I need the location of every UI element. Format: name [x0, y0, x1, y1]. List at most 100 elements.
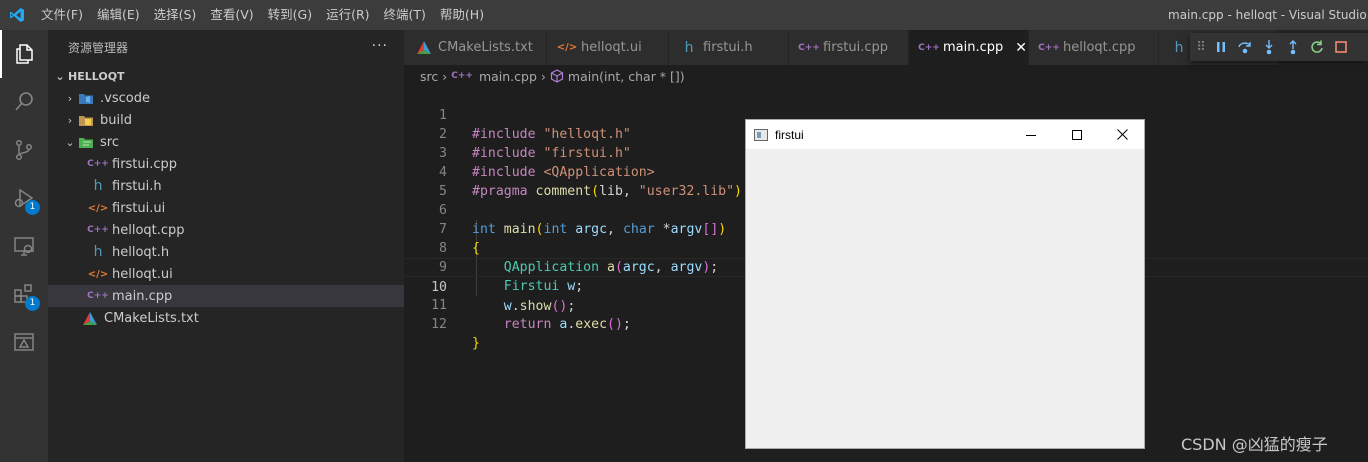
tree-file-firstui-h[interactable]: h firstui.h [48, 175, 404, 197]
build-folder-icon [78, 114, 94, 127]
tree-file-firstui-ui[interactable]: </> firstui.ui [48, 197, 404, 219]
tree-file-helloqt-ui[interactable]: </> helloqt.ui [48, 263, 404, 285]
cpp-file-icon: C++ [451, 71, 473, 81]
breadcrumb: src › C++ main.cpp › main(int, char * []… [404, 65, 1368, 87]
tab-label: CMakeLists.txt [438, 40, 533, 55]
title-bar: 文件(F) 编辑(E) 选择(S) 查看(V) 转到(G) 运行(R) 终端(T… [0, 0, 1368, 30]
restart-icon[interactable] [1308, 37, 1326, 57]
maximize-button[interactable] [1054, 120, 1100, 149]
menu-help[interactable]: 帮助(H) [433, 0, 491, 30]
header-file-icon: h [684, 39, 694, 56]
tree-folder-vscode[interactable]: › .vscode [48, 87, 404, 109]
chevron-down-icon: ⌄ [55, 69, 65, 83]
method-cube-icon [550, 69, 564, 83]
tab-helloqt-ui[interactable]: </> helloqt.ui [547, 30, 669, 65]
search-icon[interactable] [0, 78, 48, 126]
tree-label: build [100, 112, 132, 128]
header-file-icon: h [93, 244, 103, 260]
workspace-name: HELLOQT [68, 69, 125, 83]
explorer-sidebar: 资源管理器 ··· ⌄ HELLOQT › .vscode › build ⌄ … [48, 30, 404, 462]
more-actions-icon[interactable]: ··· [372, 38, 388, 54]
src-folder-icon [78, 136, 94, 149]
qt-title-bar[interactable]: firstui [746, 120, 1144, 149]
tree-file-helloqt-h[interactable]: h helloqt.h [48, 241, 404, 263]
cmake-file-icon [82, 311, 98, 325]
tree-label: helloqt.cpp [112, 222, 185, 238]
line-number: 12 [431, 317, 447, 332]
run-debug-icon[interactable]: 1 [0, 174, 48, 222]
ui-file-icon: </> [87, 202, 109, 214]
qt-window-title: firstui [775, 127, 804, 142]
close-button[interactable] [1099, 120, 1145, 149]
watermark: CSDN @凶猛的瘦子 [1181, 435, 1328, 454]
menu-run[interactable]: 运行(R) [319, 0, 376, 30]
tree-file-firstui-cpp[interactable]: C++ firstui.cpp [48, 153, 404, 175]
chevron-right-icon: › [67, 91, 73, 105]
tab-main-cpp[interactable]: C++ main.cpp ✕ [909, 30, 1029, 65]
app-window-icon [754, 128, 768, 141]
code-text: } [472, 336, 480, 351]
tab-label: helloqt.ui [581, 40, 642, 55]
chevron-right-icon: › [442, 68, 448, 84]
tree-file-cmakelists[interactable]: CMakeLists.txt [48, 307, 404, 329]
explorer-icon[interactable] [0, 30, 48, 78]
cpp-file-icon: C++ [87, 225, 109, 235]
cmake-panel-icon[interactable] [0, 318, 48, 366]
step-out-icon[interactable] [1284, 37, 1302, 57]
extensions-badge: 1 [25, 296, 40, 311]
pause-icon[interactable] [1212, 37, 1230, 57]
menu-edit[interactable]: 编辑(E) [90, 0, 147, 30]
tree-label: firstui.ui [112, 200, 166, 216]
remote-explorer-icon[interactable] [0, 222, 48, 270]
cpp-file-icon: C++ [1038, 42, 1060, 53]
menu-view[interactable]: 查看(V) [203, 0, 260, 30]
header-file-icon: h [93, 178, 103, 194]
stop-icon[interactable] [1332, 37, 1350, 57]
workspace-section[interactable]: ⌄ HELLOQT [48, 65, 404, 87]
tab-firstui-h[interactable]: h firstui.h [669, 30, 789, 65]
step-into-icon[interactable] [1260, 37, 1278, 57]
tab-helloqt-cpp[interactable]: C++ helloqt.cpp [1029, 30, 1159, 65]
tree-label: firstui.h [112, 178, 162, 194]
tree-file-main-cpp[interactable]: C++ main.cpp [48, 285, 404, 307]
tab-cmakelists[interactable]: CMakeLists.txt [404, 30, 547, 65]
tree-folder-src[interactable]: ⌄ src [48, 131, 404, 153]
header-file-icon: h [1174, 39, 1184, 56]
extensions-icon[interactable]: 1 [0, 270, 48, 318]
tree-label: src [100, 134, 119, 150]
tree-label: main.cpp [112, 288, 173, 304]
chevron-right-icon: › [540, 68, 546, 84]
cpp-file-icon: C++ [87, 291, 109, 301]
breadcrumb-symbol[interactable]: main(int, char * []) [568, 69, 685, 84]
debug-toolbar: ⠿ [1190, 33, 1368, 61]
tree-folder-build[interactable]: › build [48, 109, 404, 131]
qt-app-window[interactable]: firstui [745, 119, 1145, 449]
tab-label: main.cpp [943, 40, 1004, 55]
cmake-file-icon [416, 41, 432, 54]
minimize-button[interactable] [1008, 120, 1054, 149]
chevron-down-icon: ⌄ [65, 135, 75, 149]
debug-badge: 1 [25, 200, 40, 215]
explorer-header: 资源管理器 ··· [48, 30, 404, 65]
tree-file-helloqt-cpp[interactable]: C++ helloqt.cpp [48, 219, 404, 241]
menu-file[interactable]: 文件(F) [34, 0, 90, 30]
window-title: main.cpp - helloqt - Visual Studio Co [1168, 8, 1368, 22]
vscode-logo-icon [0, 0, 34, 30]
step-over-icon[interactable] [1236, 37, 1254, 57]
breadcrumb-file[interactable]: main.cpp [479, 69, 537, 84]
breadcrumb-folder[interactable]: src [420, 69, 438, 84]
tree-label: firstui.cpp [112, 156, 178, 172]
close-icon[interactable]: ✕ [1015, 40, 1027, 56]
tree-label: helloqt.ui [112, 266, 173, 282]
tree-label: helloqt.h [112, 244, 170, 260]
code-text: return a.exec(); [503, 317, 631, 332]
source-control-icon[interactable] [0, 126, 48, 174]
ui-file-icon: </> [556, 42, 578, 53]
vscode-folder-icon [78, 92, 94, 105]
tab-firstui-cpp[interactable]: C++ firstui.cpp [789, 30, 909, 65]
drag-handle-icon[interactable]: ⠿ [1196, 37, 1206, 57]
menu-terminal[interactable]: 终端(T) [377, 0, 433, 30]
tree-label: CMakeLists.txt [104, 310, 199, 326]
menu-selection[interactable]: 选择(S) [147, 0, 204, 30]
menu-go[interactable]: 转到(G) [261, 0, 319, 30]
